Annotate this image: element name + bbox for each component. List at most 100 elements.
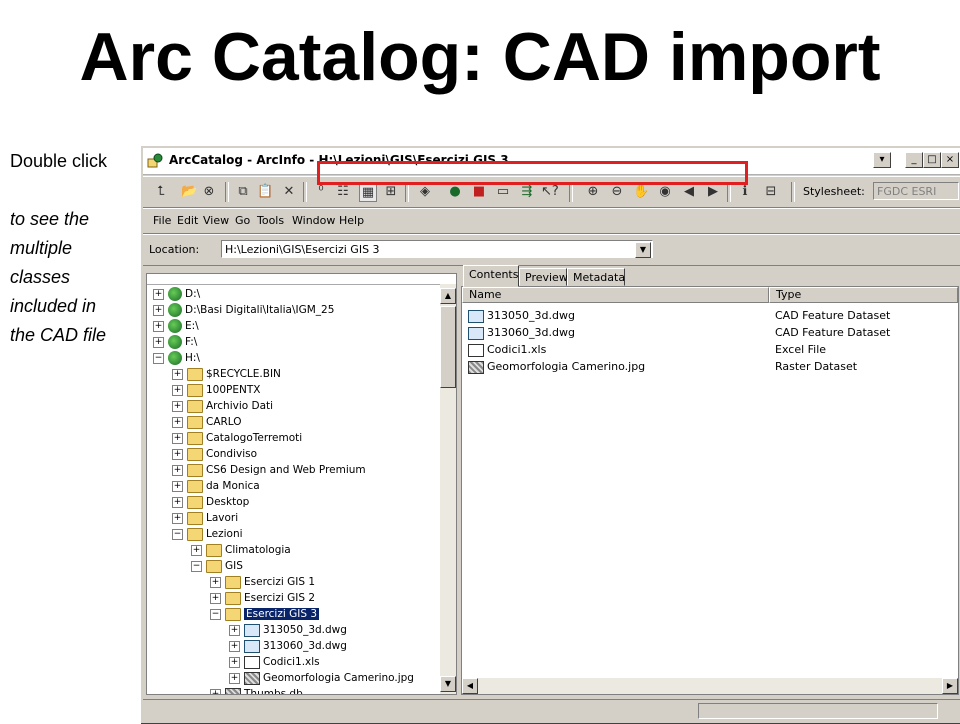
scroll-thumb[interactable] bbox=[440, 306, 456, 388]
pan-icon[interactable]: ✋ bbox=[633, 184, 649, 200]
list-item[interactable]: Codici1.xls Excel File bbox=[462, 341, 958, 358]
scroll-left-arrow-icon[interactable]: ◀ bbox=[462, 678, 478, 694]
minimize-button[interactable]: _ bbox=[905, 152, 923, 168]
up-one-level-icon[interactable]: ⮤ bbox=[153, 184, 169, 200]
tree-item[interactable]: + Archivio Dati bbox=[172, 398, 273, 414]
expand-icon[interactable]: + bbox=[229, 672, 240, 684]
menu-window[interactable]: Window bbox=[292, 214, 335, 227]
expand-icon[interactable]: + bbox=[153, 288, 164, 300]
details-icon[interactable]: ▦ bbox=[359, 184, 377, 202]
menu-tools[interactable]: Tools bbox=[257, 214, 284, 227]
scroll-right-arrow-icon[interactable]: ▶ bbox=[942, 678, 958, 694]
tab-preview[interactable]: Preview bbox=[519, 268, 568, 286]
expand-icon[interactable]: + bbox=[229, 656, 240, 668]
tree-item[interactable]: + D:\ bbox=[153, 286, 200, 302]
tree-item[interactable]: + $RECYCLE.BIN bbox=[172, 366, 281, 382]
delete-icon[interactable]: ✕ bbox=[281, 184, 297, 200]
tree-item[interactable]: + Desktop bbox=[172, 494, 249, 510]
tree-item[interactable]: + F:\ bbox=[153, 334, 197, 350]
list-item[interactable]: Geomorfologia Camerino.jpg Raster Dataset bbox=[462, 358, 958, 375]
location-dropdown-button[interactable]: ▼ bbox=[635, 242, 651, 258]
tab-metadata[interactable]: Metadata bbox=[567, 268, 625, 286]
tree-item[interactable]: + Thumbs.db bbox=[210, 686, 303, 694]
create-thumbnail-icon[interactable]: ⊟ bbox=[763, 184, 779, 200]
tree-item[interactable]: + Codici1.xls bbox=[229, 654, 320, 670]
tree-item[interactable]: + E:\ bbox=[153, 318, 199, 334]
expand-icon[interactable]: + bbox=[172, 384, 183, 396]
expand-icon[interactable]: + bbox=[172, 448, 183, 460]
menu-go[interactable]: Go bbox=[235, 214, 250, 227]
contents-horizontal-scrollbar[interactable]: ◀ ▶ bbox=[462, 678, 958, 694]
zoom-in-icon[interactable]: ⊕ bbox=[585, 184, 601, 200]
list-item[interactable]: 313060_3d.dwg CAD Feature Dataset bbox=[462, 324, 958, 341]
large-icons-icon[interactable]: ⁰ bbox=[313, 184, 329, 200]
expand-icon[interactable]: + bbox=[153, 336, 164, 348]
catalog-tree[interactable]: + D:\ + D:\Basi Digitali\Italia\IGM_25 + E:\ +… bbox=[146, 273, 457, 695]
expand-icon[interactable]: + bbox=[172, 400, 183, 412]
full-extent-icon[interactable]: ◉ bbox=[657, 184, 673, 200]
collapse-icon[interactable]: − bbox=[153, 352, 164, 364]
maximize-button[interactable]: □ bbox=[923, 152, 941, 168]
contents-list[interactable]: Name Type 313050_3d.dwg CAD Feature Datas… bbox=[461, 286, 959, 695]
column-header-name[interactable]: Name bbox=[462, 287, 769, 303]
menu-file[interactable]: File bbox=[153, 214, 171, 227]
list-icon[interactable]: ☷ bbox=[335, 184, 351, 200]
copy-icon[interactable]: ⧉ bbox=[235, 184, 251, 200]
paste-icon[interactable]: 📋 bbox=[257, 184, 273, 200]
scroll-up-arrow-icon[interactable]: ▲ bbox=[440, 288, 456, 304]
collapse-icon[interactable]: − bbox=[191, 560, 202, 572]
metadata-icon[interactable]: ⇶ bbox=[519, 184, 535, 200]
menu-view[interactable]: View bbox=[203, 214, 229, 227]
column-header-type[interactable]: Type bbox=[769, 287, 958, 303]
expand-icon[interactable]: + bbox=[210, 688, 221, 694]
close-button[interactable]: × bbox=[941, 152, 959, 168]
thumbnails-icon[interactable]: ⊞ bbox=[383, 184, 399, 200]
tree-item[interactable]: + CatalogoTerremoti bbox=[172, 430, 302, 446]
tree-item[interactable]: − GIS bbox=[191, 558, 243, 574]
tree-item[interactable]: + CARLO bbox=[172, 414, 242, 430]
tree-item[interactable]: + Geomorfologia Camerino.jpg bbox=[229, 670, 414, 686]
tree-item[interactable]: + Condiviso bbox=[172, 446, 257, 462]
arctoolbox-icon[interactable]: ■ bbox=[471, 184, 487, 200]
collapse-icon[interactable]: − bbox=[172, 528, 183, 540]
zoom-out-icon[interactable]: ⊖ bbox=[609, 184, 625, 200]
tab-contents[interactable]: Contents bbox=[463, 265, 519, 287]
expand-icon[interactable]: + bbox=[210, 592, 221, 604]
expand-icon[interactable]: + bbox=[172, 368, 183, 380]
expand-icon[interactable]: + bbox=[172, 432, 183, 444]
tree-item[interactable]: − Lezioni bbox=[172, 526, 243, 542]
scroll-down-arrow-icon[interactable]: ▼ bbox=[440, 676, 456, 692]
list-item[interactable]: 313050_3d.dwg CAD Feature Dataset bbox=[462, 307, 958, 324]
tree-vertical-scrollbar[interactable]: ▲ ▼ bbox=[440, 284, 456, 694]
tree-item[interactable]: + Climatologia bbox=[191, 542, 291, 558]
expand-icon[interactable]: + bbox=[153, 320, 164, 332]
catalog-tree-icon[interactable]: ● bbox=[447, 184, 463, 200]
expand-icon[interactable]: + bbox=[210, 576, 221, 588]
whats-this-icon[interactable]: ↖? bbox=[541, 184, 559, 200]
tree-item[interactable]: + Lavori bbox=[172, 510, 238, 526]
tree-item[interactable]: + Esercizi GIS 1 bbox=[210, 574, 315, 590]
expand-icon[interactable]: + bbox=[229, 624, 240, 636]
expand-icon[interactable]: + bbox=[229, 640, 240, 652]
identify-icon[interactable]: ℹ bbox=[737, 184, 753, 200]
stylesheet-select[interactable]: FGDC ESRI bbox=[873, 182, 959, 200]
launch-arcmap-icon[interactable]: ◈ bbox=[417, 184, 433, 200]
expand-icon[interactable]: + bbox=[153, 304, 164, 316]
tree-item[interactable]: +100PENTX bbox=[172, 382, 260, 398]
back-icon[interactable]: ◀ bbox=[681, 184, 697, 200]
collapse-icon[interactable]: − bbox=[210, 608, 221, 620]
expand-icon[interactable]: + bbox=[172, 496, 183, 508]
title-dropdown-button[interactable]: ▾ bbox=[873, 152, 891, 168]
expand-icon[interactable]: + bbox=[172, 512, 183, 524]
expand-icon[interactable]: + bbox=[172, 480, 183, 492]
location-input[interactable]: H:\Lezioni\GIS\Esercizi GIS 3 ▼ bbox=[221, 240, 653, 258]
tree-item[interactable]: + D:\Basi Digitali\Italia\IGM_25 bbox=[153, 302, 334, 318]
tree-item[interactable]: − H:\ bbox=[153, 350, 200, 366]
expand-icon[interactable]: + bbox=[191, 544, 202, 556]
expand-icon[interactable]: + bbox=[172, 416, 183, 428]
expand-icon[interactable]: + bbox=[172, 464, 183, 476]
disconnect-folder-icon[interactable]: ⊗ bbox=[201, 184, 217, 200]
connect-folder-icon[interactable]: 📂 bbox=[181, 184, 197, 200]
tree-item[interactable]: + da Monica bbox=[172, 478, 260, 494]
tree-item[interactable]: − Esercizi GIS 3 bbox=[210, 606, 320, 622]
